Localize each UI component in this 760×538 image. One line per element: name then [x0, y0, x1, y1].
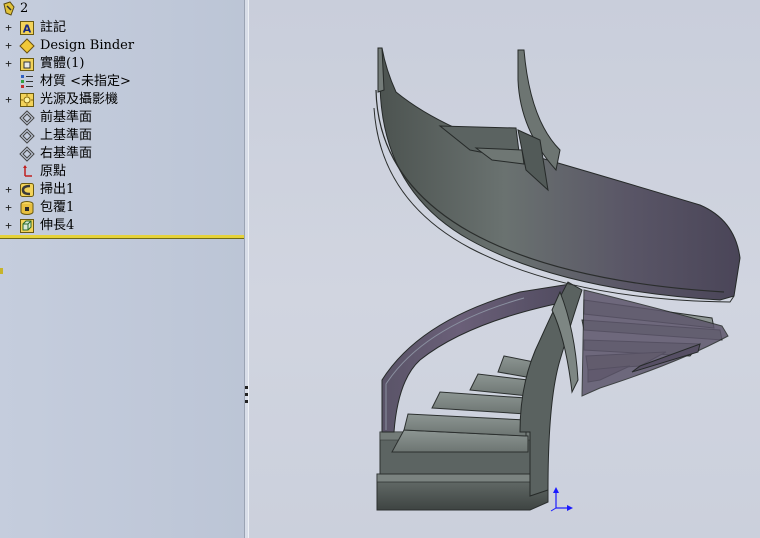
tree-item-label: Design Binder: [40, 38, 135, 53]
splitter-grip-dot: [245, 386, 248, 389]
graphics-area[interactable]: [249, 0, 760, 538]
tree-item-label: 前基準面: [40, 110, 93, 125]
tree-item-label: 包覆1: [40, 200, 75, 215]
expand-toggle[interactable]: +: [4, 181, 13, 199]
lights-cameras-icon: [20, 93, 34, 107]
part-name: 2: [20, 1, 29, 16]
tree-item-front-plane[interactable]: 前基準面: [0, 109, 244, 127]
spiral-staircase-model: [373, 47, 741, 512]
extrude-icon: [20, 219, 34, 233]
tree-item-label: 材質 <未指定>: [40, 74, 131, 89]
plane-icon: [19, 146, 35, 162]
plane-icon: [19, 110, 35, 126]
splitter-grip-dot: [245, 393, 248, 396]
part-icon: [3, 1, 15, 16]
annotation-icon: A: [20, 21, 34, 36]
lower-steps: [391, 355, 535, 453]
tree-item-label: 原點: [40, 164, 67, 179]
rollback-marker: [0, 268, 3, 274]
tree-item-top-plane[interactable]: 上基準面: [0, 127, 244, 145]
expand-toggle[interactable]: +: [4, 19, 13, 37]
tree-root-part[interactable]: 2: [0, 0, 244, 18]
design-binder-icon: [19, 38, 35, 54]
expand-toggle[interactable]: +: [4, 217, 13, 235]
expand-toggle[interactable]: +: [4, 91, 13, 109]
tree-item-label: 掃出1: [40, 182, 75, 197]
feature-manager-tree: 2 + A 註記 + Design Binder + 實體(1) 材質 <未指定…: [0, 0, 244, 538]
sweep-icon: [20, 183, 34, 197]
solid-bodies-icon: [20, 58, 34, 71]
tree-item-label: 伸長4: [40, 218, 75, 233]
tree-item-design-binder[interactable]: + Design Binder: [0, 37, 244, 55]
rollback-bar[interactable]: [0, 235, 244, 239]
tree-item-sweep[interactable]: + 掃出1: [0, 181, 244, 199]
coordinate-triad-icon: [550, 487, 573, 512]
expand-toggle[interactable]: +: [4, 37, 13, 55]
tree-item-wrap[interactable]: + 包覆1: [0, 199, 244, 217]
tree-item-annotations[interactable]: + A 註記: [0, 19, 244, 37]
expand-toggle[interactable]: +: [4, 55, 13, 73]
plane-icon: [19, 128, 35, 144]
tree-item-label: 右基準面: [40, 146, 93, 161]
tree-item-lights-cameras[interactable]: + 光源及攝影機: [0, 91, 244, 109]
tree-item-label: 註記: [40, 20, 67, 35]
tree-item-label: 光源及攝影機: [40, 92, 119, 107]
splitter-grip-dot: [245, 400, 248, 403]
tree-item-label: 實體(1): [40, 56, 85, 71]
svg-text:A: A: [23, 23, 32, 36]
tree-item-label: 上基準面: [40, 128, 93, 143]
tree-item-extrude[interactable]: + 伸長4: [0, 217, 244, 235]
wrap-icon: [20, 201, 34, 215]
tree-item-solid-bodies[interactable]: + 實體(1): [0, 55, 244, 73]
origin-icon: [23, 165, 32, 177]
tree-item-right-plane[interactable]: 右基準面: [0, 145, 244, 163]
tree-item-origin[interactable]: 原點: [0, 163, 244, 181]
expand-toggle[interactable]: +: [4, 199, 13, 217]
upper-stringer: [373, 47, 741, 303]
lower-right-stringer: [581, 289, 729, 397]
tree-item-material[interactable]: 材質 <未指定>: [0, 73, 244, 91]
material-icon: [21, 75, 33, 88]
